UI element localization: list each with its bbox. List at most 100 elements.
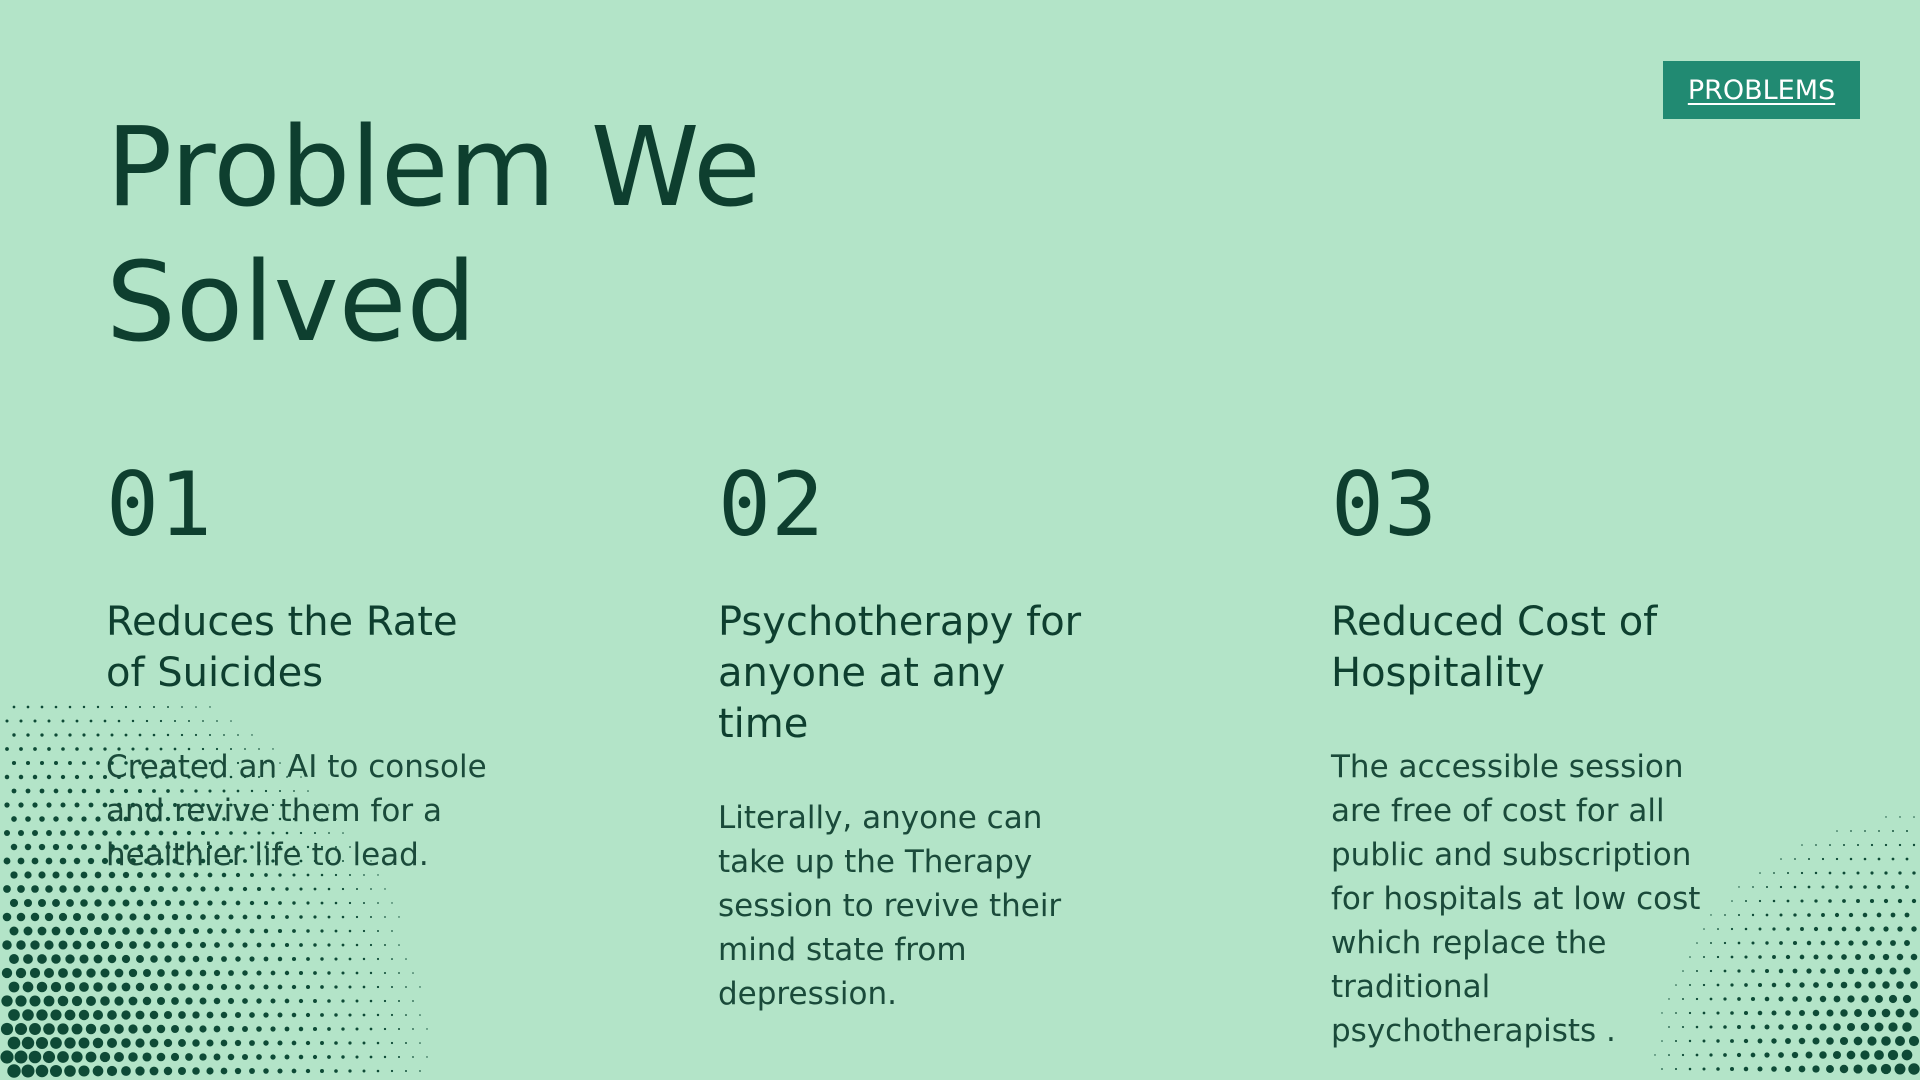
halftone-dot (1880, 1063, 1892, 1075)
halftone-dot (150, 955, 158, 963)
halftone-dot (44, 940, 54, 950)
halftone-dot (398, 916, 400, 918)
item-description-line: take up the Therapy (718, 844, 1033, 880)
halftone-dot (271, 887, 275, 891)
halftone-dot (334, 985, 338, 989)
halftone-dot (59, 857, 67, 865)
halftone-dot (92, 1065, 104, 1077)
halftone-dot (79, 954, 89, 964)
halftone-dot (220, 1067, 228, 1075)
halftone-dot (23, 898, 33, 908)
halftone-dot (82, 705, 86, 709)
item-heading-line: Psychotherapy for (718, 599, 1082, 645)
halftone-dot (1778, 968, 1784, 974)
halftone-dot (88, 774, 94, 780)
halftone-dot (1779, 913, 1783, 917)
halftone-dot (31, 857, 39, 865)
halftone-dot (1827, 954, 1833, 960)
halftone-dot (99, 1051, 111, 1063)
halftone-dot (156, 996, 166, 1006)
halftone-dot (370, 888, 372, 890)
halftone-dot (390, 1041, 394, 1045)
halftone-dot (52, 843, 60, 851)
halftone-dot (327, 887, 331, 891)
halftone-dot (270, 970, 276, 976)
halftone-dot (129, 885, 137, 893)
halftone-dot (1709, 1053, 1713, 1057)
halftone-dot (1800, 899, 1804, 903)
halftone-dot (93, 954, 103, 964)
halftone-dot (220, 1039, 228, 1047)
halftone-dot (341, 971, 345, 975)
halftone-dot (348, 901, 352, 905)
page-title: Problem We Solved (106, 100, 1006, 370)
halftone-dot (1868, 953, 1876, 961)
halftone-dot (1863, 857, 1867, 861)
halftone-dot (192, 983, 200, 991)
halftone-dot (71, 1051, 83, 1063)
halftone-dot (306, 929, 310, 933)
halftone-dot (1853, 1064, 1863, 1074)
halftone-dot (28, 1050, 42, 1064)
halftone-dot (341, 1027, 345, 1031)
halftone-dot (1806, 940, 1812, 946)
halftone-dot (277, 1040, 283, 1046)
halftone-dot (1840, 981, 1848, 989)
halftone-dot (72, 968, 82, 978)
halftone-dot (45, 885, 53, 893)
halftone-dot (68, 761, 72, 765)
halftone-dot (334, 957, 338, 961)
halftone-dot (270, 998, 276, 1004)
halftone-dot (149, 1038, 159, 1048)
halftone-dot (170, 1052, 180, 1062)
halftone-dot (46, 802, 52, 808)
halftone-dot (348, 1041, 352, 1045)
problems-badge[interactable]: PROBLEMS (1663, 61, 1860, 119)
halftone-dot (1890, 940, 1896, 946)
halftone-dot (426, 1028, 428, 1030)
halftone-dot (87, 885, 95, 893)
halftone-dot (213, 997, 221, 1005)
halftone-dot (1867, 1036, 1877, 1046)
halftone-dot (249, 900, 255, 906)
halftone-dot (30, 912, 40, 922)
halftone-dot (199, 969, 207, 977)
halftone-dot (1888, 994, 1898, 1004)
halftone-dot (106, 1037, 118, 1049)
halftone-dot (242, 886, 248, 892)
halftone-dot (391, 958, 393, 960)
halftone-dot (355, 943, 359, 947)
halftone-dot (57, 1051, 69, 1063)
halftone-dot (164, 955, 172, 963)
halftone-dot (1854, 981, 1862, 989)
halftone-dot (1764, 1024, 1770, 1030)
halftone-dot (60, 774, 66, 780)
halftone-dot (193, 900, 199, 906)
halftone-dot (206, 1011, 214, 1019)
halftone-dot (50, 1037, 62, 1049)
halftone-dot (21, 1064, 35, 1078)
halftone-dot (1771, 1066, 1777, 1072)
halftone-dot (405, 1014, 407, 1016)
halftone-dot (72, 940, 82, 950)
halftone-dot (47, 719, 51, 723)
halftone-dot (1911, 926, 1917, 932)
halftone-dot (29, 995, 41, 1007)
item-heading-line: Reduces the Rate (106, 599, 458, 645)
halftone-dot (115, 913, 123, 921)
halftone-dot (192, 927, 200, 935)
halftone-dot (1743, 1066, 1749, 1072)
halftone-dot (1876, 912, 1882, 918)
halftone-dot (277, 928, 283, 934)
halftone-dot (42, 1050, 56, 1064)
halftone-dot (1833, 1023, 1841, 1031)
item-description: Literally, anyone can take up the Therap… (718, 796, 1148, 1016)
halftone-dot (1891, 857, 1895, 861)
halftone-dot (320, 1069, 324, 1073)
halftone-dot (15, 967, 27, 979)
halftone-dot (1874, 1050, 1884, 1060)
halftone-dot (1878, 830, 1880, 832)
halftone-dot (1867, 1064, 1877, 1074)
halftone-dot (40, 705, 44, 709)
halftone-dot (228, 970, 234, 976)
